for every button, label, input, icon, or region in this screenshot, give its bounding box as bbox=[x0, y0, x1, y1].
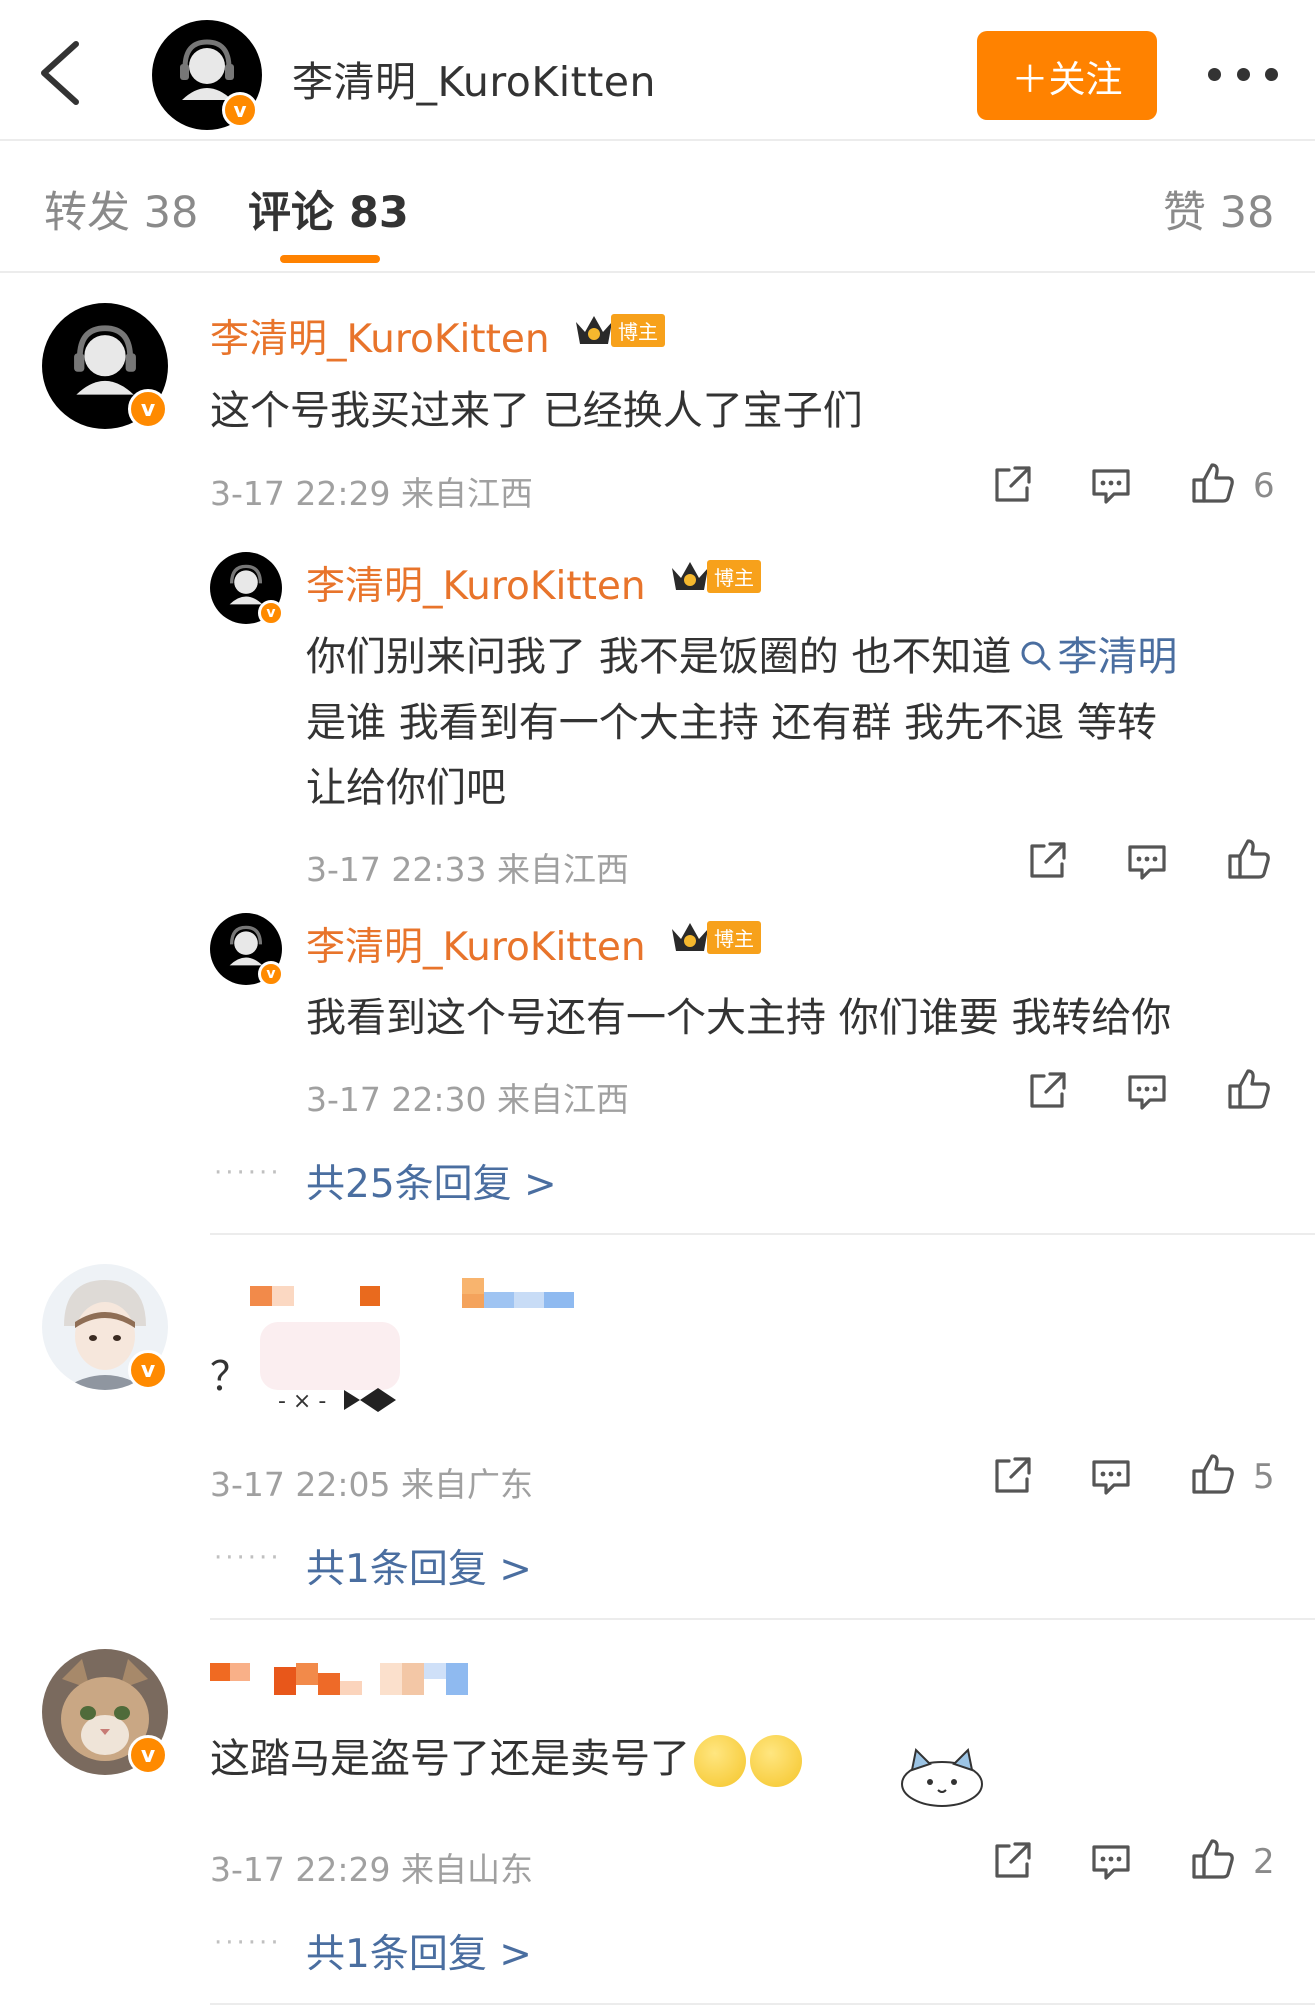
blogger-badge: 博主 bbox=[573, 310, 665, 350]
like-count: 2 bbox=[1253, 1842, 1275, 1882]
like-count: 6 bbox=[1253, 466, 1275, 506]
view-replies-link[interactable]: 共1条回复 > bbox=[306, 1923, 532, 1979]
crown-icon bbox=[672, 562, 708, 590]
mention-link[interactable]: 李清明 bbox=[1011, 634, 1177, 680]
more-dots: ······ bbox=[214, 1158, 282, 1188]
avatar[interactable]: v bbox=[42, 303, 168, 429]
username[interactable]: 李清明_KuroKitten bbox=[306, 555, 646, 611]
blogger-badge-label: 博主 bbox=[611, 313, 665, 347]
more-dots: ······ bbox=[214, 1543, 282, 1573]
divider bbox=[210, 2003, 1315, 2005]
blogger-badge-label: 博主 bbox=[707, 920, 761, 954]
reply-text: 我看到这个号还有一个大主持 你们谁要 我转给你 bbox=[306, 995, 1172, 1041]
redacted-username bbox=[250, 1278, 574, 1308]
thinking-face-icon bbox=[694, 1735, 746, 1787]
comment-meta: 3-17 22:29 来自山东 bbox=[210, 1850, 533, 1889]
reply-text-line: 让给你们吧 bbox=[306, 765, 506, 811]
verified-icon: v bbox=[128, 1735, 168, 1775]
view-replies-link[interactable]: 共1条回复 > bbox=[306, 1538, 532, 1594]
tab-bar: 转发 38 评论 83 赞 38 bbox=[0, 143, 1315, 273]
blogger-badge: 博主 bbox=[669, 917, 761, 957]
verified-icon: v bbox=[128, 1350, 168, 1390]
comment-meta: 3-17 22:29 来自江西 bbox=[210, 474, 533, 513]
avatar[interactable]: v bbox=[210, 913, 284, 987]
username[interactable]: 李清明_KuroKitten bbox=[306, 916, 646, 972]
comment-meta: 3-17 22:05 来自广东 bbox=[210, 1465, 533, 1504]
verified-icon: v bbox=[258, 600, 284, 626]
cat-sticker bbox=[901, 1747, 983, 1807]
like-icon[interactable] bbox=[1190, 460, 1236, 506]
verified-icon: v bbox=[222, 92, 258, 128]
thinking-face-icon bbox=[750, 1735, 802, 1787]
verified-icon: v bbox=[258, 961, 284, 987]
share-icon[interactable] bbox=[989, 1838, 1035, 1884]
more-dots: ······ bbox=[214, 1928, 282, 1958]
share-icon[interactable] bbox=[1024, 838, 1070, 884]
comment-icon[interactable] bbox=[1088, 1838, 1134, 1884]
tab-likes[interactable]: 赞 38 bbox=[1163, 178, 1274, 240]
avatar[interactable]: v bbox=[42, 1264, 168, 1390]
like-icon[interactable] bbox=[1190, 1836, 1236, 1882]
header-avatar[interactable]: v bbox=[152, 20, 262, 130]
view-replies-link[interactable]: 共25条回复 > bbox=[306, 1153, 557, 1209]
comment-icon[interactable] bbox=[1088, 1453, 1134, 1499]
share-icon[interactable] bbox=[989, 462, 1035, 508]
avatar[interactable]: v bbox=[42, 1649, 168, 1775]
search-icon bbox=[1021, 641, 1051, 671]
redacted-username bbox=[210, 1663, 468, 1695]
like-icon[interactable] bbox=[1190, 1451, 1236, 1497]
follow-button[interactable]: ＋关注 bbox=[977, 31, 1157, 120]
reply-text-line: 你们别来问我了 我不是饭圈的 也不知道 李清明 bbox=[306, 634, 1178, 680]
tab-active-indicator bbox=[280, 255, 380, 263]
comment-text: 这踏马是盗号了还是卖号了 bbox=[210, 1726, 802, 1787]
blogger-badge-label: 博主 bbox=[707, 559, 761, 593]
username[interactable]: 李清明_KuroKitten bbox=[210, 308, 550, 364]
tab-reposts[interactable]: 转发 38 bbox=[44, 178, 198, 240]
tab-comments[interactable]: 评论 83 bbox=[248, 178, 409, 240]
comment-icon[interactable] bbox=[1124, 838, 1170, 884]
verified-icon: v bbox=[128, 389, 168, 429]
like-count: 5 bbox=[1253, 1457, 1275, 1497]
comment-icon[interactable] bbox=[1124, 1068, 1170, 1114]
crown-icon bbox=[672, 923, 708, 951]
divider bbox=[210, 1618, 1315, 1620]
divider bbox=[210, 1233, 1315, 1235]
svg-text:- × -: - × - bbox=[278, 1389, 326, 1414]
comment-icon[interactable] bbox=[1088, 462, 1134, 508]
avatar[interactable]: v bbox=[210, 552, 284, 626]
top-bar: v 李清明_KuroKitten ＋关注 bbox=[0, 0, 1315, 141]
reply-meta: 3-17 22:33 来自江西 bbox=[306, 850, 629, 889]
chevron-left-icon[interactable] bbox=[32, 38, 92, 108]
comment-text: ？ bbox=[210, 1354, 250, 1400]
reply-meta: 3-17 22:30 来自江西 bbox=[306, 1080, 629, 1119]
like-icon[interactable] bbox=[1226, 836, 1272, 882]
reply-text-line: 是谁 我看到有一个大主持 还有群 我先不退 等转 bbox=[306, 700, 1157, 746]
blogger-badge: 博主 bbox=[669, 556, 761, 596]
share-icon[interactable] bbox=[989, 1453, 1035, 1499]
share-icon[interactable] bbox=[1024, 1068, 1070, 1114]
crown-icon bbox=[576, 316, 612, 344]
like-icon[interactable] bbox=[1226, 1066, 1272, 1112]
page-title: 李清明_KuroKitten bbox=[292, 58, 657, 106]
comment-text: 这个号我买过来了 已经换人了宝子们 bbox=[210, 388, 863, 434]
bow-sticker: - × - bbox=[278, 1388, 396, 1414]
more-icon[interactable] bbox=[1208, 56, 1278, 92]
